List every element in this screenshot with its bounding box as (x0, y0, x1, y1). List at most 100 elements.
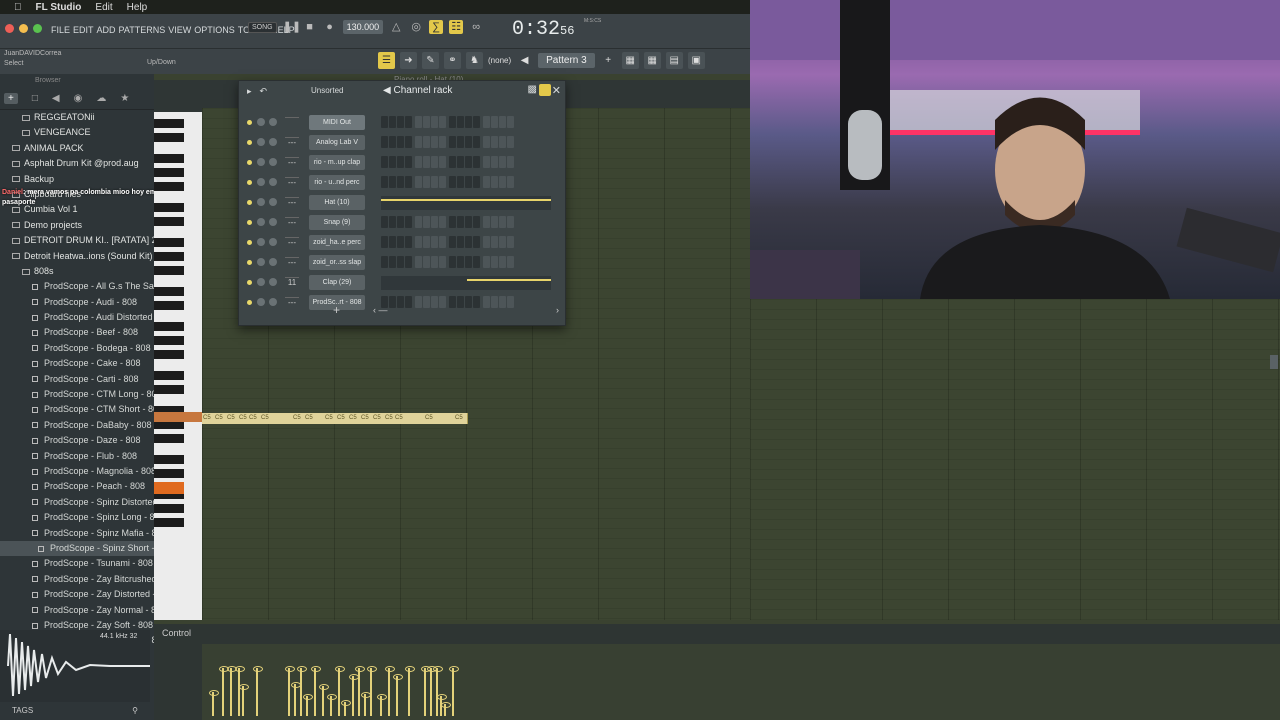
menu-add[interactable]: ADD (97, 25, 116, 35)
step-button[interactable] (389, 136, 396, 148)
mixer-track[interactable] (285, 117, 299, 129)
channel-row[interactable]: 11 Clap (29) (239, 273, 567, 293)
channel-row[interactable]: MIDI Out (239, 113, 567, 133)
volume-knob[interactable] (269, 198, 277, 206)
step-button[interactable] (507, 216, 514, 228)
channel-mute-led[interactable] (247, 280, 252, 285)
snap-value[interactable]: (none) (488, 56, 511, 65)
step-button[interactable] (415, 136, 422, 148)
step-button[interactable] (397, 256, 404, 268)
note[interactable]: C5 (455, 413, 463, 424)
step-button[interactable] (415, 156, 422, 168)
channel-mute-led[interactable] (247, 220, 252, 225)
step-button[interactable] (491, 116, 498, 128)
step-button[interactable] (397, 176, 404, 188)
note[interactable]: C5 (361, 413, 369, 424)
step-button[interactable] (483, 136, 490, 148)
countdown-icon[interactable]: ∑ (429, 20, 444, 34)
step-button[interactable] (389, 236, 396, 248)
step-button[interactable] (397, 216, 404, 228)
pan-knob[interactable] (257, 218, 265, 226)
minimize-window-icon[interactable] (19, 24, 28, 33)
step-button[interactable] (499, 216, 506, 228)
step-button[interactable] (507, 156, 514, 168)
velocity-bar[interactable] (235, 666, 245, 716)
step-button[interactable] (405, 236, 412, 248)
channel-name-button[interactable]: rio - m..up clap (309, 155, 365, 170)
velocity-bar[interactable] (219, 666, 229, 716)
browser-sample[interactable]: ProdScope - CTM Long - 808 (0, 387, 154, 402)
step-button[interactable] (381, 216, 388, 228)
volume-knob[interactable] (269, 158, 277, 166)
vertical-scrollbar[interactable] (1270, 355, 1278, 369)
note[interactable]: C5 (425, 413, 433, 424)
arrow-left-icon[interactable]: ◀ (516, 52, 533, 69)
step-button[interactable] (465, 176, 472, 188)
velocity-bar[interactable] (433, 666, 443, 716)
velocity-bar[interactable] (421, 666, 431, 716)
velocity-bar[interactable] (449, 666, 459, 716)
step-button[interactable] (405, 156, 412, 168)
step-button[interactable] (491, 236, 498, 248)
step-button[interactable] (491, 176, 498, 188)
velocity-bar[interactable] (355, 666, 365, 716)
velocity-bar[interactable] (405, 666, 415, 716)
browser-sample[interactable]: ProdScope - Zay Bitcrushed - 808 (0, 572, 154, 587)
browser-folder[interactable]: Backup (0, 172, 154, 187)
playlist-icon[interactable]: ☰ (378, 52, 395, 69)
selected-key[interactable] (154, 482, 184, 494)
step-button[interactable] (405, 136, 412, 148)
channel-name-button[interactable]: Clap (29) (309, 275, 365, 290)
browser-sample[interactable]: ProdScope - Tsunami - 808 (0, 556, 154, 571)
step-button[interactable] (499, 176, 506, 188)
step-button[interactable] (381, 256, 388, 268)
arrow-right-icon[interactable]: ▸ (247, 86, 252, 97)
step-button[interactable] (499, 136, 506, 148)
step-button[interactable] (431, 216, 438, 228)
browser-all-tab[interactable]: + (4, 93, 18, 104)
mini-piano-roll[interactable] (381, 276, 551, 290)
note[interactable]: C5 (227, 413, 235, 424)
app-name[interactable]: FL Studio (36, 2, 82, 13)
black-key[interactable] (154, 504, 184, 513)
step-button[interactable] (439, 256, 446, 268)
velocity-bar[interactable] (335, 666, 345, 716)
black-key[interactable] (154, 203, 184, 212)
black-key[interactable] (154, 133, 184, 142)
step-button[interactable] (423, 156, 430, 168)
steps-toggle-icon[interactable] (539, 84, 551, 96)
undo-icon[interactable]: ↶ (260, 86, 268, 97)
browser-sample[interactable]: ProdScope - Peach - 808 (0, 479, 154, 494)
cloud-icon[interactable]: ☁ (96, 93, 106, 104)
browser-sample[interactable]: ProdScope - Spinz Mafia - 808 (0, 526, 154, 541)
channel-row[interactable]: --- Snap (9) (239, 213, 567, 233)
channel-name-button[interactable]: Snap (9) (309, 215, 365, 230)
note[interactable]: C5 (261, 413, 269, 424)
browser-folder[interactable]: ANIMAL PACK (0, 141, 154, 156)
black-key[interactable] (154, 434, 184, 443)
pan-knob[interactable] (257, 158, 265, 166)
browser-sample[interactable]: ProdScope - Daze - 808 (0, 433, 154, 448)
velocity-bar[interactable] (319, 684, 329, 716)
channel-mute-led[interactable] (247, 160, 252, 165)
step-button[interactable] (423, 256, 430, 268)
step-button[interactable] (457, 116, 464, 128)
step-button[interactable] (449, 116, 456, 128)
channel-mute-led[interactable] (247, 200, 252, 205)
step-button[interactable] (507, 116, 514, 128)
step-button[interactable] (449, 256, 456, 268)
step-button[interactable] (473, 216, 480, 228)
velocity-bar[interactable] (311, 666, 321, 716)
browser-sample[interactable]: ProdScope - Audi - 808 (0, 295, 154, 310)
step-sequencer[interactable] (381, 156, 516, 168)
note[interactable]: C5 (215, 413, 223, 424)
velocity-bar[interactable] (377, 694, 387, 716)
step-button[interactable] (431, 116, 438, 128)
step-button[interactable] (507, 136, 514, 148)
step-button[interactable] (499, 256, 506, 268)
record-icon[interactable]: ● (323, 20, 337, 34)
pan-knob[interactable] (257, 258, 265, 266)
browser-sample[interactable]: ProdScope - Beef - 808 (0, 325, 154, 340)
note[interactable]: C5 (373, 413, 381, 424)
step-button[interactable] (457, 216, 464, 228)
